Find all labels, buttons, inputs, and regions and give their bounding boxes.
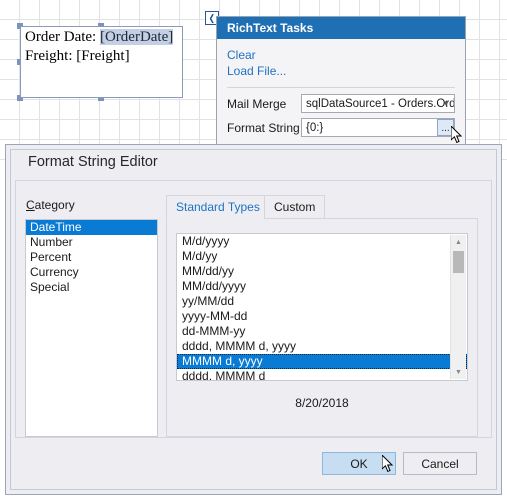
type-item-2[interactable]: MM/dd/yy bbox=[177, 264, 467, 279]
clear-link[interactable]: Clear bbox=[227, 47, 256, 63]
standard-types-scrollbar[interactable]: ▲ ▼ bbox=[450, 235, 466, 379]
mail-merge-row: Mail Merge sqlDataSource1 - Orders.Orde … bbox=[227, 94, 455, 113]
type-item-1[interactable]: M/d/yy bbox=[177, 249, 467, 264]
category-item-datetime[interactable]: DateTime bbox=[26, 220, 157, 235]
category-access-key: C bbox=[26, 198, 35, 212]
type-item-0[interactable]: M/d/yyyy bbox=[177, 234, 467, 249]
standard-types-listbox[interactable]: M/d/yyyy M/d/yy MM/dd/yy MM/dd/yyyy yy/M… bbox=[176, 233, 468, 381]
type-item-3[interactable]: MM/dd/yyyy bbox=[177, 279, 467, 294]
category-item-special[interactable]: Special bbox=[26, 280, 157, 295]
type-item-4[interactable]: yy/MM/dd bbox=[177, 294, 467, 309]
category-item-number[interactable]: Number bbox=[26, 235, 157, 250]
mail-merge-value: sqlDataSource1 - Orders.Orde bbox=[306, 97, 455, 110]
tab-standard-types[interactable]: Standard Types bbox=[166, 195, 270, 219]
scroll-down-icon[interactable]: ▼ bbox=[451, 365, 466, 379]
category-item-percent[interactable]: Percent bbox=[26, 250, 157, 265]
ok-button[interactable]: OK bbox=[322, 452, 396, 475]
format-string-label: Format String bbox=[227, 120, 300, 135]
format-preview-text: 8/20/2018 bbox=[295, 396, 349, 410]
load-file-link[interactable]: Load File... bbox=[227, 63, 286, 79]
category-listbox[interactable]: DateTime Number Percent Currency Special bbox=[25, 219, 158, 437]
type-item-9[interactable]: dddd, MMMM d bbox=[177, 369, 467, 380]
category-label: Category bbox=[26, 198, 75, 212]
chevron-left-icon: ❮ bbox=[208, 12, 216, 23]
tab-strip: Standard Types Custom bbox=[166, 195, 478, 219]
chevron-down-icon[interactable]: ▼ bbox=[442, 95, 450, 112]
tasks-separator bbox=[227, 87, 455, 88]
richtext-line-freight: Freight: [Freight] bbox=[25, 48, 130, 64]
category-item-currency[interactable]: Currency bbox=[26, 265, 157, 280]
richtext-line-order-date: Order Date: [OrderDate] bbox=[25, 28, 178, 47]
format-string-row: Format String {0:} ... bbox=[227, 118, 455, 137]
format-string-ellipsis-button[interactable]: ... bbox=[437, 119, 454, 136]
tasks-panel-body: Clear Load File... Mail Merge sqlDataSou… bbox=[217, 39, 465, 145]
type-item-7[interactable]: dddd, MMMM d, yyyy bbox=[177, 339, 467, 354]
dialog-title: Format String Editor bbox=[28, 154, 158, 170]
category-label-rest: ategory bbox=[34, 198, 75, 212]
tab-custom[interactable]: Custom bbox=[264, 195, 326, 219]
cancel-button[interactable]: Cancel bbox=[403, 452, 477, 475]
richtext-tasks-panel: RichText Tasks Clear Load File... Mail M… bbox=[216, 16, 466, 146]
richtext-control[interactable]: Order Date: [OrderDate] Freight: [Freigh… bbox=[20, 26, 183, 98]
scroll-up-icon[interactable]: ▲ bbox=[451, 235, 466, 249]
mail-merge-label: Mail Merge bbox=[227, 96, 287, 111]
tasks-panel-title: RichText Tasks bbox=[217, 17, 465, 39]
type-item-6[interactable]: dd-MMM-yy bbox=[177, 324, 467, 339]
mail-merge-combobox[interactable]: sqlDataSource1 - Orders.Orde ▼ bbox=[301, 94, 455, 113]
richtext-order-date-field[interactable]: [OrderDate] bbox=[99, 29, 174, 45]
richtext-order-date-label: Order Date: bbox=[25, 29, 100, 45]
type-item-5[interactable]: yyyy-MM-dd bbox=[177, 309, 467, 324]
type-item-8[interactable]: MMMM d, yyyy bbox=[177, 354, 467, 369]
format-string-value: {0:} bbox=[306, 121, 324, 134]
screen-root: Order Date: [OrderDate] Freight: [Freigh… bbox=[0, 0, 507, 501]
scrollbar-thumb[interactable] bbox=[453, 251, 464, 273]
format-string-input[interactable]: {0:} ... bbox=[301, 118, 455, 137]
